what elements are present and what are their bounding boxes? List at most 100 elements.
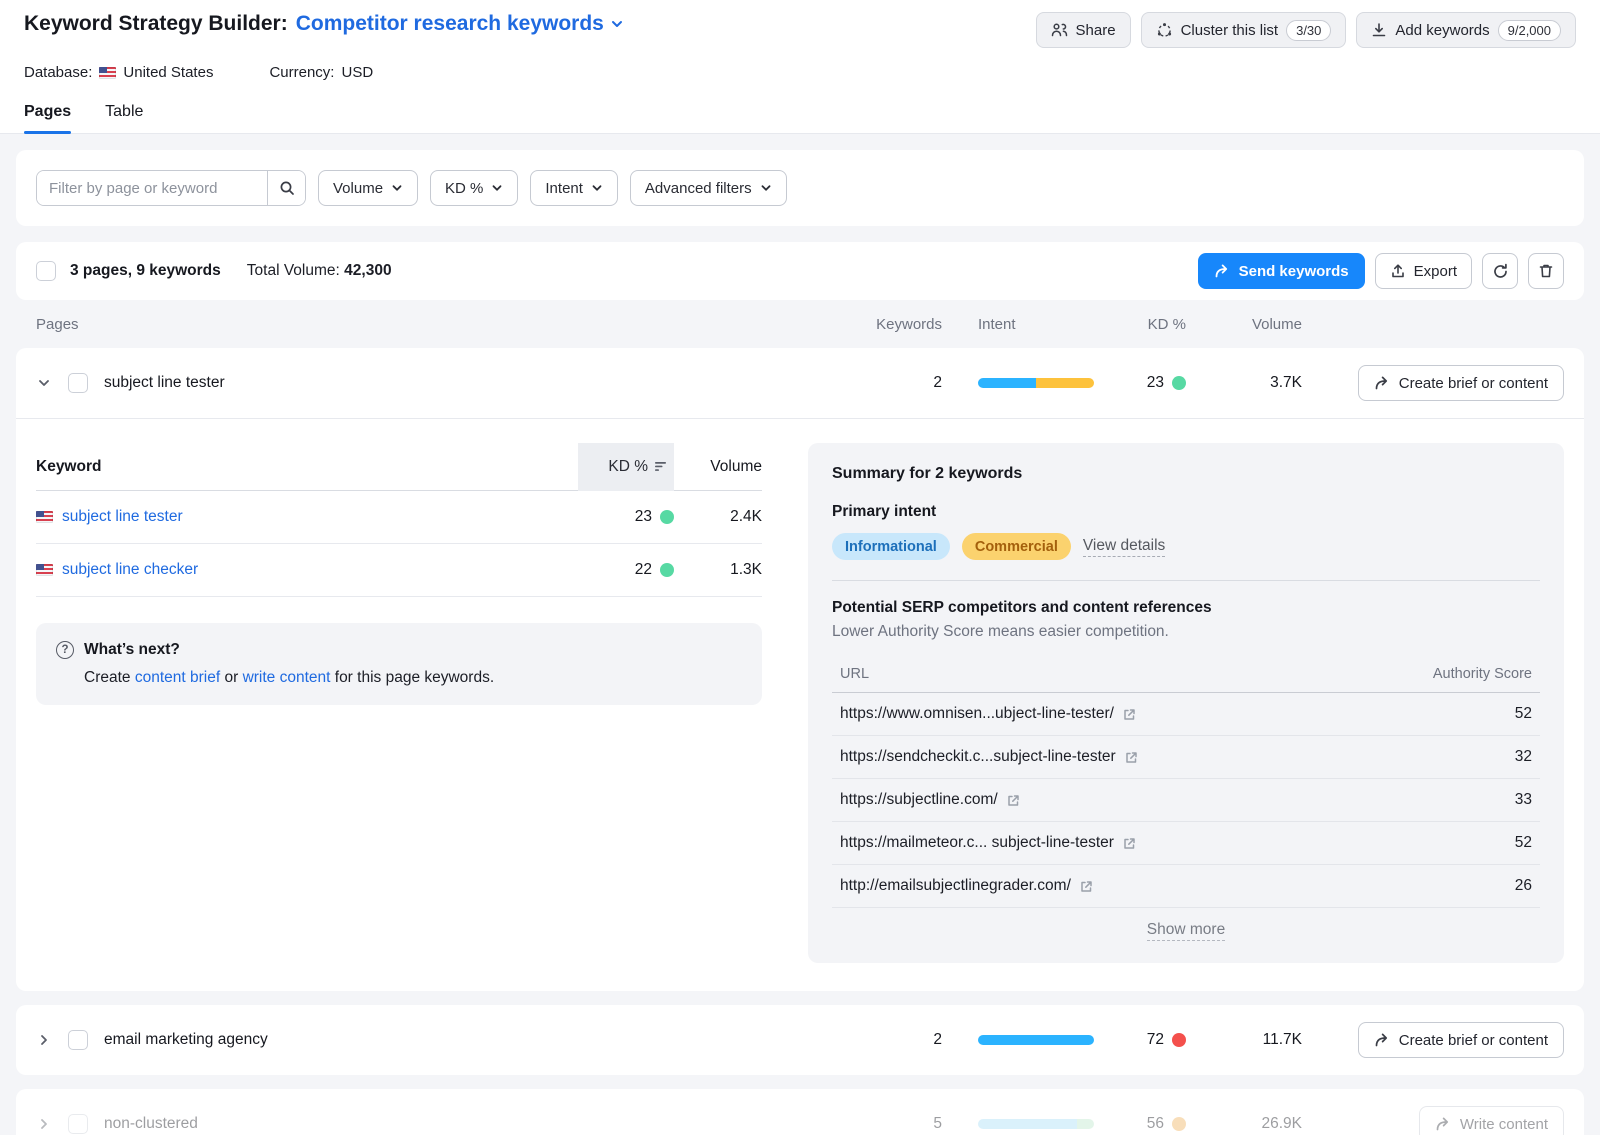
export-button[interactable]: Export xyxy=(1375,253,1472,289)
page-title-text: Keyword Strategy Builder: xyxy=(24,12,288,36)
us-flag-icon xyxy=(36,564,53,576)
table-row: email marketing agency 2 72 11.7K Create… xyxy=(16,1005,1584,1075)
search-input[interactable] xyxy=(37,171,267,205)
external-link-icon[interactable] xyxy=(1122,707,1137,722)
share-button[interactable]: Share xyxy=(1036,12,1131,48)
row-checkbox[interactable] xyxy=(68,373,88,393)
write-content-link[interactable]: write content xyxy=(243,669,331,686)
external-link-icon[interactable] xyxy=(1122,836,1137,851)
tab-table[interactable]: Table xyxy=(105,103,143,133)
col-authority-score: Authority Score xyxy=(1433,666,1532,682)
select-all-checkbox[interactable] xyxy=(36,261,56,281)
content-brief-link[interactable]: content brief xyxy=(135,669,220,686)
serp-url-table: URL Authority Score https://www.omnisen.… xyxy=(832,655,1540,941)
delete-button[interactable] xyxy=(1528,253,1564,289)
main-content: Volume KD % Intent Advanced filters 3 pa… xyxy=(0,134,1600,1135)
share-icon xyxy=(1051,22,1068,38)
database-meta: Database: United States xyxy=(24,64,213,81)
send-arrow-icon xyxy=(1435,1116,1451,1132)
add-keywords-label: Add keywords xyxy=(1395,22,1489,39)
database-value: United States xyxy=(123,64,213,81)
authority-score: 32 xyxy=(1515,748,1532,766)
page-name: subject line tester xyxy=(104,374,225,392)
whats-next-mid: or xyxy=(220,669,242,686)
kd-value: 22 xyxy=(635,561,652,579)
export-icon xyxy=(1390,263,1406,279)
page-card-subject-line-tester: subject line tester 2 23 3.7K Create bri… xyxy=(16,348,1584,991)
send-keywords-label: Send keywords xyxy=(1239,263,1349,280)
intent-filter-label: Intent xyxy=(545,180,583,197)
view-details-link[interactable]: View details xyxy=(1083,537,1165,557)
kd-filter-dropdown[interactable]: KD % xyxy=(430,170,518,206)
keyword-link[interactable]: subject line checker xyxy=(62,561,198,579)
intent-bar xyxy=(978,378,1094,388)
url-text: https://subjectline.com/ xyxy=(840,791,998,809)
chevron-down-icon xyxy=(491,182,503,194)
external-link-icon[interactable] xyxy=(1124,750,1139,765)
volume-value: 1.3K xyxy=(674,561,762,579)
create-brief-label: Create brief or content xyxy=(1399,375,1548,392)
url-row: http://emailsubjectlinegrader.com/ 26 xyxy=(832,865,1540,908)
serp-title: Potential SERP competitors and content r… xyxy=(832,599,1540,617)
refresh-button[interactable] xyxy=(1482,253,1518,289)
send-keywords-button[interactable]: Send keywords xyxy=(1198,253,1365,289)
authority-score: 52 xyxy=(1515,834,1532,852)
search-button[interactable] xyxy=(267,171,305,205)
refresh-icon xyxy=(1492,263,1509,280)
cluster-count-badge: 3/30 xyxy=(1286,20,1331,41)
list-name-dropdown[interactable]: Competitor research keywords xyxy=(296,12,624,36)
collapse-chevron-icon[interactable] xyxy=(36,375,52,391)
kd-value: 56 xyxy=(1147,1115,1164,1133)
show-more-link[interactable]: Show more xyxy=(1147,921,1225,941)
serp-subtitle: Lower Authority Score means easier compe… xyxy=(832,623,1540,641)
kd-dot xyxy=(1172,376,1186,390)
advanced-filters-dropdown[interactable]: Advanced filters xyxy=(630,170,787,206)
create-brief-label: Create brief or content xyxy=(1399,1032,1548,1049)
url-text: https://www.omnisen...ubject-line-tester… xyxy=(840,705,1114,723)
add-keywords-button[interactable]: Add keywords 9/2,000 xyxy=(1356,12,1576,48)
volume-filter-dropdown[interactable]: Volume xyxy=(318,170,418,206)
volume-value: 26.9K xyxy=(1186,1115,1302,1133)
currency-label: Currency: xyxy=(269,64,334,81)
search-box xyxy=(36,170,306,206)
keywords-count: 2 xyxy=(872,374,942,392)
advanced-filters-label: Advanced filters xyxy=(645,180,752,197)
cluster-icon xyxy=(1156,22,1173,39)
us-flag-icon xyxy=(36,511,53,523)
download-icon xyxy=(1371,22,1387,38)
sort-desc-icon xyxy=(655,461,668,472)
create-brief-button[interactable]: Create brief or content xyxy=(1358,1022,1564,1058)
kd-dot xyxy=(660,563,674,577)
volume-value: 3.7K xyxy=(1186,374,1302,392)
expand-chevron-icon[interactable] xyxy=(36,1116,52,1132)
col-volume: Volume xyxy=(674,458,762,476)
volume-value: 2.4K xyxy=(674,508,762,526)
send-arrow-icon xyxy=(1214,263,1230,279)
create-brief-button[interactable]: Create brief or content xyxy=(1358,365,1564,401)
expand-chevron-icon[interactable] xyxy=(36,1032,52,1048)
kd-dot xyxy=(1172,1117,1186,1131)
intent-filter-dropdown[interactable]: Intent xyxy=(530,170,618,206)
tab-pages[interactable]: Pages xyxy=(24,103,71,133)
currency-value: USD xyxy=(341,64,373,81)
total-volume: Total Volume: 42,300 xyxy=(247,262,392,280)
page-title: Keyword Strategy Builder: Competitor res… xyxy=(24,12,624,36)
commercial-badge: Commercial xyxy=(962,533,1071,560)
view-tabs: Pages Table xyxy=(0,81,1600,134)
col-kd-sorted[interactable]: KD % xyxy=(578,443,674,491)
keyword-link[interactable]: subject line tester xyxy=(62,508,183,526)
authority-score: 52 xyxy=(1515,705,1532,723)
trash-icon xyxy=(1538,263,1554,279)
keyword-panel: Keyword KD % Volume subject line tester xyxy=(36,443,762,963)
search-icon xyxy=(279,180,295,196)
write-content-label: Write content xyxy=(1460,1116,1548,1133)
external-link-icon[interactable] xyxy=(1079,879,1094,894)
external-link-icon[interactable] xyxy=(1006,793,1021,808)
row-checkbox[interactable] xyxy=(68,1114,88,1134)
filter-bar: Volume KD % Intent Advanced filters xyxy=(16,150,1584,226)
row-checkbox[interactable] xyxy=(68,1030,88,1050)
write-content-button[interactable]: Write content xyxy=(1419,1106,1564,1135)
list-name: Competitor research keywords xyxy=(296,12,604,36)
cluster-list-button[interactable]: Cluster this list 3/30 xyxy=(1141,12,1347,48)
kd-filter-label: KD % xyxy=(445,180,483,197)
